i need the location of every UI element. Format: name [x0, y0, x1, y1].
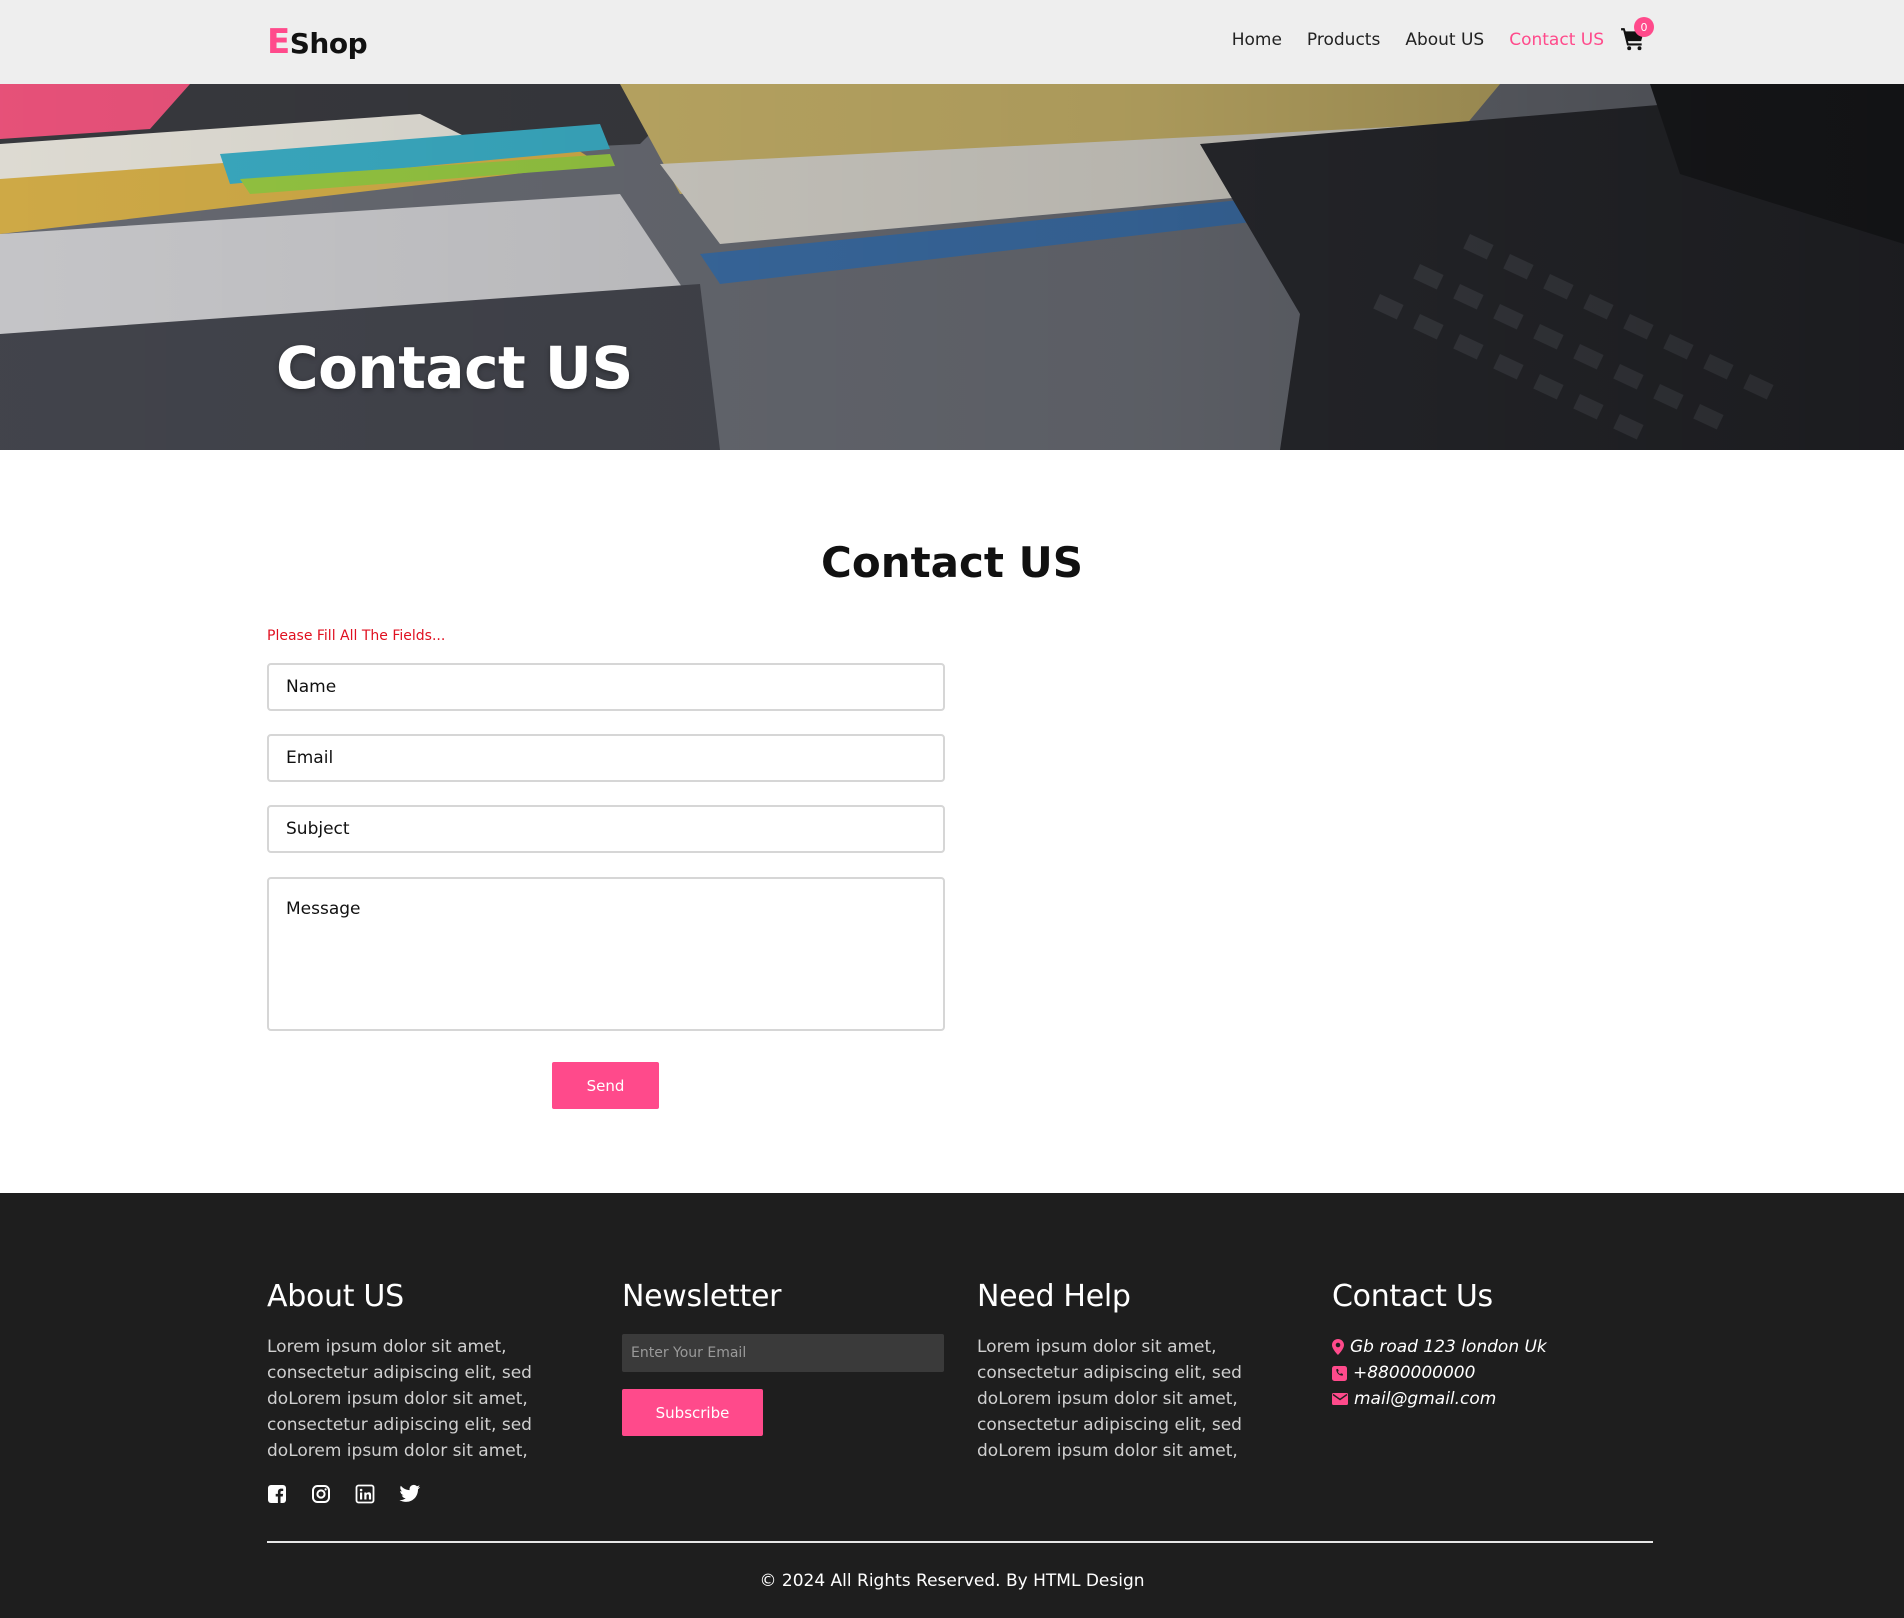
form-warning-text: Please Fill All The Fields...: [267, 628, 446, 644]
facebook-icon[interactable]: [267, 1484, 287, 1504]
footer-about-column: About US Lorem ipsum dolor sit amet, con…: [267, 1279, 597, 1504]
phone-icon: [1332, 1365, 1347, 1381]
footer-newsletter-title: Newsletter: [622, 1279, 782, 1314]
logo-text: Shop: [289, 27, 368, 60]
newsletter-email-input[interactable]: [622, 1334, 944, 1372]
logo[interactable]: EShop: [267, 22, 368, 62]
contact-section-title: Contact US: [821, 538, 1083, 587]
nav-contact-us[interactable]: Contact US: [1509, 30, 1604, 50]
site-header: EShop Home Products About US Contact US …: [0, 0, 1904, 84]
footer-help-text: Lorem ipsum dolor sit amet, consectetur …: [977, 1337, 1242, 1461]
logo-letter: E: [267, 22, 290, 62]
site-footer: About US Lorem ipsum dolor sit amet, con…: [0, 1193, 1904, 1618]
social-links: [267, 1484, 597, 1504]
subscribe-button[interactable]: Subscribe: [622, 1389, 763, 1436]
nav-about-us[interactable]: About US: [1405, 30, 1484, 50]
contact-phone: +8800000000: [1332, 1360, 1662, 1386]
subject-input[interactable]: [267, 805, 945, 853]
envelope-icon: [1332, 1393, 1348, 1405]
copyright-text: © 2024 All Rights Reserved. By HTML Desi…: [759, 1571, 1145, 1591]
contact-address: Gb road 123 london Uk: [1332, 1334, 1662, 1360]
footer-contact-column: Contact Us Gb road 123 london Uk +880000…: [1332, 1279, 1662, 1412]
name-input[interactable]: [267, 663, 945, 711]
cart-count-badge: 0: [1634, 17, 1654, 37]
message-textarea[interactable]: [267, 877, 945, 1031]
linkedin-icon[interactable]: [355, 1484, 375, 1504]
nav-home[interactable]: Home: [1232, 30, 1282, 50]
contact-address-text: Gb road 123 london Uk: [1350, 1337, 1547, 1357]
footer-about-title: About US: [267, 1279, 404, 1314]
map-marker-icon: [1332, 1339, 1344, 1355]
instagram-icon[interactable]: [311, 1484, 331, 1504]
twitter-icon[interactable]: [399, 1484, 421, 1504]
email-input[interactable]: [267, 734, 945, 782]
hero-title: Contact US: [276, 334, 633, 402]
send-button[interactable]: Send: [552, 1062, 659, 1109]
nav-products[interactable]: Products: [1307, 30, 1380, 50]
hero-banner: Contact US: [0, 84, 1904, 450]
main-nav: Home Products About US Contact US: [1232, 30, 1604, 50]
contact-phone-text: +8800000000: [1353, 1363, 1476, 1383]
footer-divider: [267, 1541, 1653, 1543]
footer-help-title: Need Help: [977, 1279, 1131, 1314]
footer-newsletter-column: Newsletter Subscribe: [622, 1279, 952, 1436]
contact-email-text: mail@gmail.com: [1354, 1389, 1497, 1409]
footer-about-text: Lorem ipsum dolor sit amet, consectetur …: [267, 1337, 532, 1461]
footer-contact-title: Contact Us: [1332, 1279, 1493, 1314]
contact-email: mail@gmail.com: [1332, 1386, 1662, 1412]
footer-help-column: Need Help Lorem ipsum dolor sit amet, co…: [977, 1279, 1307, 1464]
